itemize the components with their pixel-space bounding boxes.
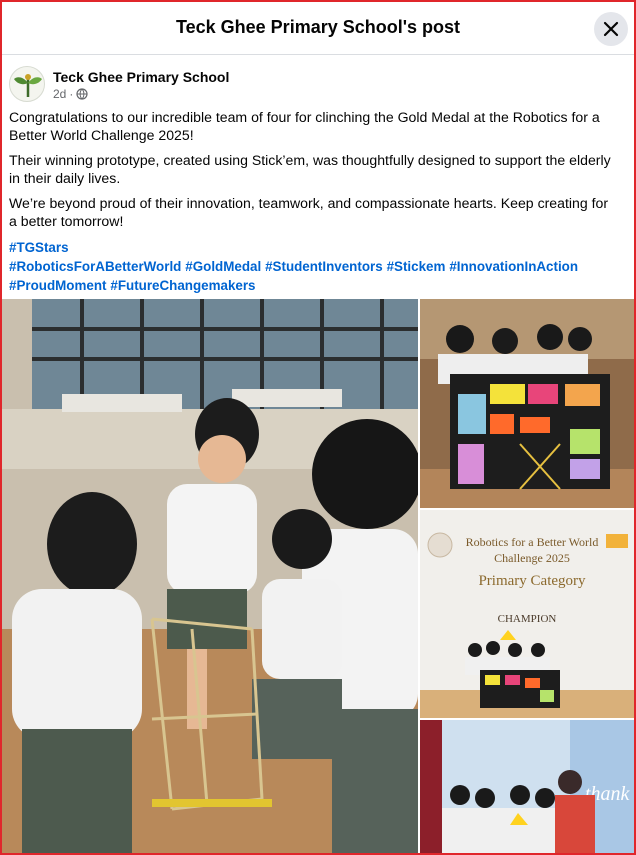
- close-button[interactable]: [594, 12, 628, 46]
- post-author: Teck Ghee Primary School 2d ·: [9, 66, 609, 106]
- hashtag-link[interactable]: #GoldMedal: [185, 259, 261, 274]
- photo-students-building: [2, 299, 418, 853]
- school-logo: [14, 74, 42, 97]
- hashtag-link[interactable]: #ProudMoment: [9, 278, 106, 293]
- photo-team-board[interactable]: [420, 299, 634, 508]
- hashtag-link[interactable]: #FutureChangemakers: [110, 278, 255, 293]
- photo-team-with-poster: [420, 299, 634, 508]
- banner-line-3: Primary Category: [478, 573, 586, 589]
- photo-grid: Robotics for a Better World Challenge 20…: [2, 299, 634, 853]
- hashtag-list: #TGStars #RoboticsForABetterWorld #GoldM…: [9, 238, 619, 295]
- hashtag-link[interactable]: #InnovationInAction: [449, 259, 578, 274]
- photo-champion-stage: Robotics for a Better World Challenge 20…: [420, 510, 634, 718]
- photo-thank-you-stage: thank: [420, 720, 634, 853]
- post-paragraph: We’re beyond proud of their innovation, …: [9, 194, 609, 230]
- photo-main[interactable]: [2, 299, 418, 853]
- hashtag-link[interactable]: #Stickem: [387, 259, 446, 274]
- photo-thank-you[interactable]: thank: [420, 720, 634, 853]
- globe-icon: [76, 88, 88, 100]
- post-paragraph: Congratulations to our incredible team o…: [9, 109, 600, 144]
- banner-line-2: Challenge 2025: [494, 551, 570, 565]
- post-body: Congratulations to our incredible team o…: [9, 108, 619, 295]
- post-timestamp[interactable]: 2d: [53, 87, 66, 101]
- banner-line-1: Robotics for a Better World: [466, 535, 599, 549]
- post-paragraph: Their winning prototype, created using S…: [9, 151, 611, 187]
- author-name-link[interactable]: Teck Ghee Primary School: [53, 69, 229, 85]
- hashtag-link[interactable]: #StudentInventors: [265, 259, 383, 274]
- post-meta: 2d ·: [53, 87, 88, 101]
- photo-champion-banner[interactable]: Robotics for a Better World Challenge 20…: [420, 510, 634, 718]
- dialog-title: Teck Ghee Primary School's post: [175, 17, 461, 37]
- hashtag-link[interactable]: #RoboticsForABetterWorld: [9, 259, 181, 274]
- hashtag-link[interactable]: #TGStars: [9, 240, 69, 255]
- meta-separator: ·: [69, 87, 74, 101]
- post-dialog-header: Teck Ghee Primary School's post: [2, 2, 634, 55]
- close-icon: [603, 21, 619, 37]
- avatar[interactable]: [9, 66, 45, 102]
- banner-line-4: CHAMPION: [498, 613, 557, 625]
